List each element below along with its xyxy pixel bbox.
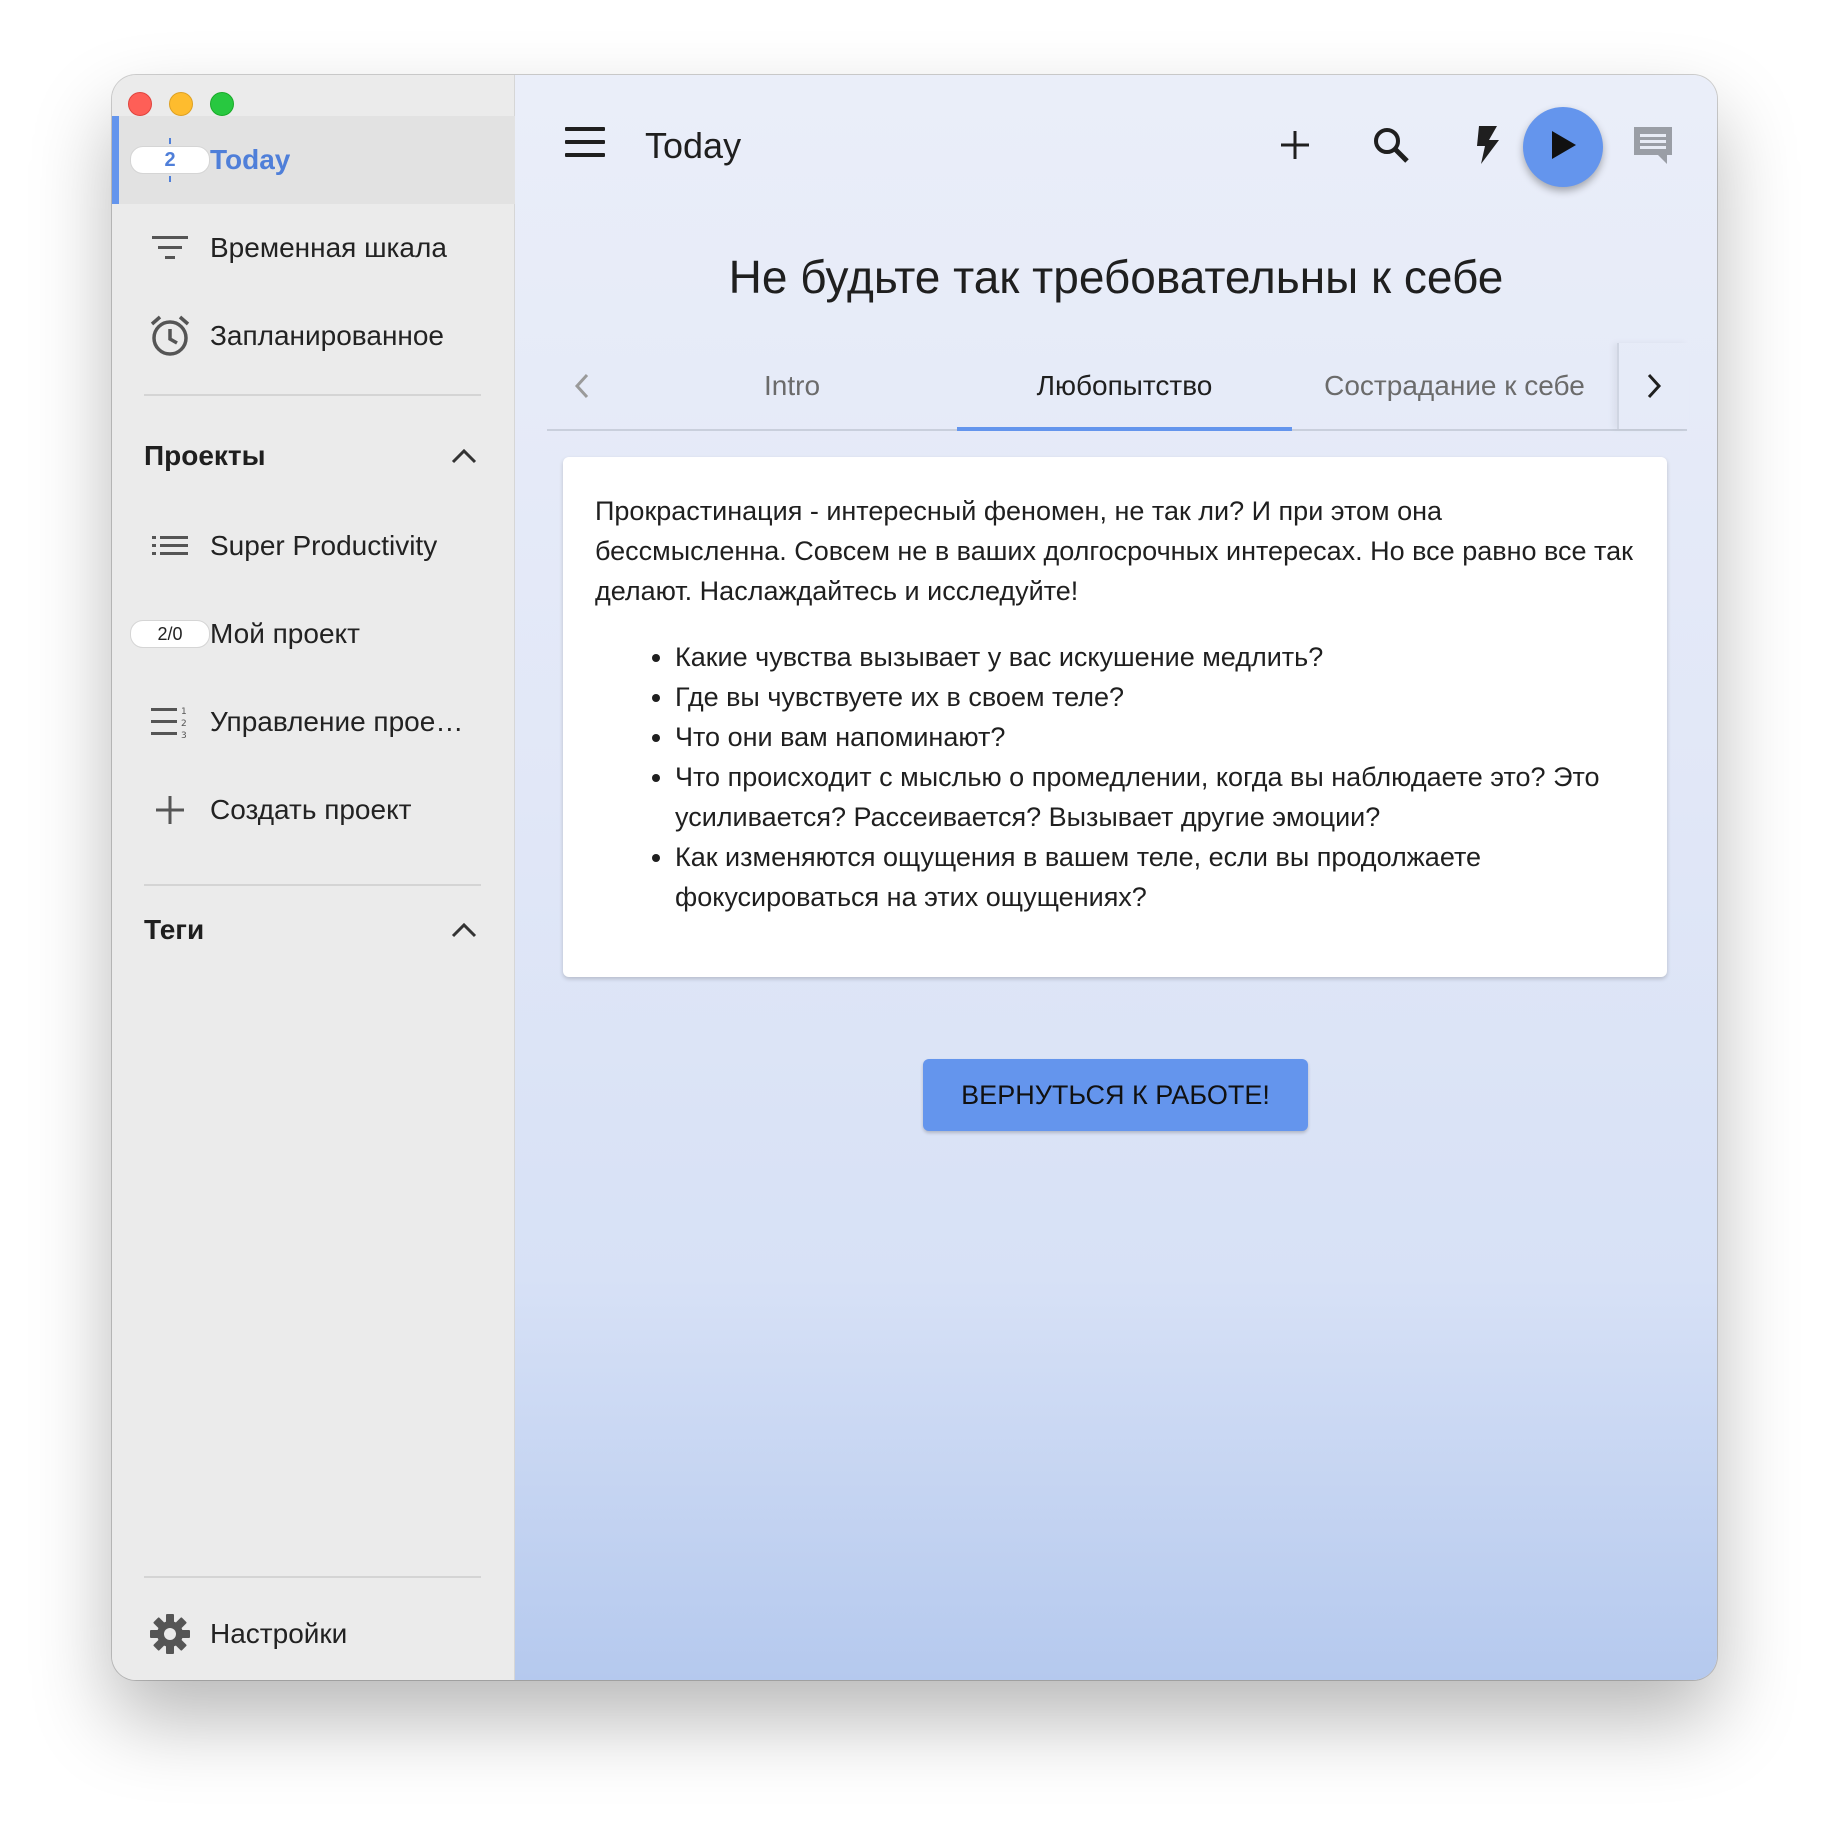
maximize-window-button[interactable] [210,92,234,116]
flash-icon[interactable] [1463,121,1511,169]
list-icon [130,534,210,558]
sidebar-item-create-project[interactable]: Создать проект [112,766,515,854]
sidebar-item-label: Запланированное [210,320,445,351]
chevron-right-icon[interactable] [1617,343,1689,429]
question-list: Какие чувства вызывает у вас искушение м… [595,637,1635,917]
content-card: Прокрастинация - интересный феномен, не … [563,457,1667,977]
numbered-list-icon: 1 2 3 [130,705,210,739]
sidebar-item-project-super-productivity[interactable]: Super Productivity [112,502,515,590]
add-icon[interactable] [1271,121,1319,169]
sidebar-item-settings[interactable]: Настройки [112,1590,515,1678]
search-icon[interactable] [1367,121,1415,169]
menu-icon[interactable] [565,127,605,163]
window-controls [128,92,234,116]
today-badge-icon: 2 [130,138,210,182]
close-window-button[interactable] [128,92,152,116]
list-item: Как изменяются ощущения в вашем теле, ес… [675,837,1635,917]
tab-self-compassion[interactable]: Сострадание к себе [1292,343,1617,429]
page-title: Today [645,125,742,166]
main-content: Today Не будьте так требовательны к себе [515,75,1717,1680]
chevron-up-icon[interactable] [447,913,481,947]
alarm-icon [130,314,210,358]
chevron-left-icon[interactable] [547,343,617,429]
divider [144,1576,481,1578]
list-item: Где вы чувствуете их в своем теле? [675,677,1635,717]
svg-text:3: 3 [181,731,187,739]
sidebar-item-label: Today [210,144,291,175]
headline: Не будьте так требовательны к себе [728,251,1504,303]
minimize-window-button[interactable] [169,92,193,116]
tab-intro[interactable]: Intro [627,343,957,429]
play-icon [1548,129,1578,166]
app-window: 2 Today Временная шкала Запланированное … [112,75,1717,1680]
sidebar-item-label: Мой проект [210,618,360,649]
filter-list-icon [130,233,210,263]
list-item: Какие чувства вызывает у вас искушение м… [675,637,1635,677]
sidebar-item-label: Создать проект [210,794,412,825]
sidebar-item-label: Управление прое… [210,706,464,737]
tab-curiosity[interactable]: Любопытство [957,343,1292,431]
tags-section-header[interactable]: Теги [144,910,481,950]
back-to-work-button[interactable]: ВЕРНУТЬСЯ К РАБОТЕ! [923,1059,1308,1131]
top-bar: Today [515,75,1717,215]
section-title: Проекты [144,440,266,471]
sidebar-item-project-my-project[interactable]: 2/0 Мой проект [112,590,515,678]
sidebar-item-timeline[interactable]: Временная шкала [112,204,515,292]
divider [144,394,481,396]
svg-text:2: 2 [181,719,187,729]
plus-icon [130,794,210,826]
section-title: Теги [144,914,205,945]
sidebar-item-label: Временная шкала [210,232,447,263]
projects-section-header[interactable]: Проекты [144,436,481,476]
chat-icon[interactable] [1629,121,1677,169]
divider [144,884,481,886]
sidebar-item-label: Настройки [210,1618,348,1649]
card-intro-text: Прокрастинация - интересный феномен, не … [595,496,1633,606]
play-button[interactable] [1523,107,1603,187]
sidebar-item-label: Super Productivity [210,530,438,561]
chevron-up-icon[interactable] [447,439,481,473]
list-item: Что они вам напоминают? [675,717,1635,757]
sidebar: 2 Today Временная шкала Запланированное … [112,75,515,1680]
sidebar-item-today[interactable]: 2 Today [112,116,515,204]
sidebar-item-manage-projects[interactable]: 1 2 3 Управление прое… [112,678,515,766]
tab-bar: Intro Любопытство Сострадание к себе [547,343,1687,431]
gear-icon [130,1612,210,1656]
sidebar-item-scheduled[interactable]: Запланированное [112,292,515,380]
project-badge: 2/0 [130,620,210,648]
svg-text:1: 1 [181,707,187,717]
list-item: Что происходит с мыслью о промедлении, к… [675,757,1635,837]
